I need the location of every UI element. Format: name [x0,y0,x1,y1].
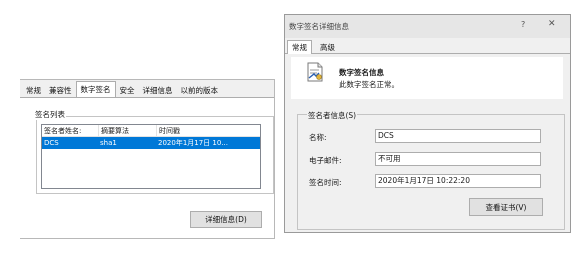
properties-tab-strip: 常规 兼容性 数字签名 安全 详细信息 以前的版本 [20,80,274,98]
signature-info-panel: 数字签名信息 此数字签名正常。 [291,57,563,99]
tab-compatibility[interactable]: 兼容性 [45,84,76,98]
tab-general[interactable]: 常规 [22,84,45,98]
column-header-timestamp[interactable]: 时间戳 [156,125,260,136]
certificate-icon [307,62,323,82]
name-label: 名称: [309,133,327,142]
email-label: 电子邮件: [309,156,342,165]
signer-cell: DCS [44,139,59,147]
signature-list-label: 签名列表 [34,109,66,120]
signing-time-field[interactable]: 2020年1月17日 10:22:20 [375,174,541,188]
file-properties-window: 常规 兼容性 数字签名 安全 详细信息 以前的版本 签名列表 签名者姓名: 摘要… [20,79,275,239]
signing-time-label: 签名时间: [309,178,342,187]
tab-previous-versions[interactable]: 以前的版本 [177,84,223,98]
timestamp-cell: 2020年1月17日 10... [158,139,228,147]
details-tab-strip: 常规 高级 [285,38,570,54]
signature-status-text: 此数字签名正常。 [339,80,399,89]
list-item[interactable]: DCS sha1 2020年1月17日 10... [42,137,260,149]
details-button[interactable]: 详细信息(D) [190,211,262,228]
list-header: 签名者姓名: 摘要算法 时间戳 [42,125,260,137]
view-certificate-button[interactable]: 查看证书(V) [469,198,543,216]
algorithm-cell: sha1 [100,139,117,147]
info-title: 数字签名信息 [339,68,384,77]
tab-details[interactable]: 详细信息 [139,84,177,98]
tab-security[interactable]: 安全 [116,84,139,98]
signature-list[interactable]: 签名者姓名: 摘要算法 时间戳 DCS sha1 2020年1月17日 10..… [41,124,261,189]
column-header-algorithm[interactable]: 摘要算法 [98,125,156,136]
tab-advanced[interactable]: 高级 [316,41,339,55]
general-page: 数字签名信息 此数字签名正常。 签名者信息(S) 名称: DCS 电子邮件: 不… [285,54,570,232]
close-button[interactable]: ✕ [548,19,556,29]
tab-digital-signatures[interactable]: 数字签名 [75,81,116,98]
signatures-page: 签名列表 签名者姓名: 摘要算法 时间戳 DCS sha1 2020年1月17日… [20,97,274,238]
help-button[interactable]: ? [521,20,525,29]
column-header-signer[interactable]: 签名者姓名: [42,125,98,136]
signer-info-label: 签名者信息(S) [307,110,358,121]
tab-general[interactable]: 常规 [287,40,312,54]
title-bar[interactable]: 数字签名详细信息 ? ✕ [285,15,570,38]
email-field[interactable]: 不可用 [375,152,541,166]
name-field[interactable]: DCS [375,129,541,143]
window-title: 数字签名详细信息 [289,22,349,31]
signature-details-window: 数字签名详细信息 ? ✕ 常规 高级 数字签名信息 此数字签名正常。 签名者信息… [284,14,571,233]
